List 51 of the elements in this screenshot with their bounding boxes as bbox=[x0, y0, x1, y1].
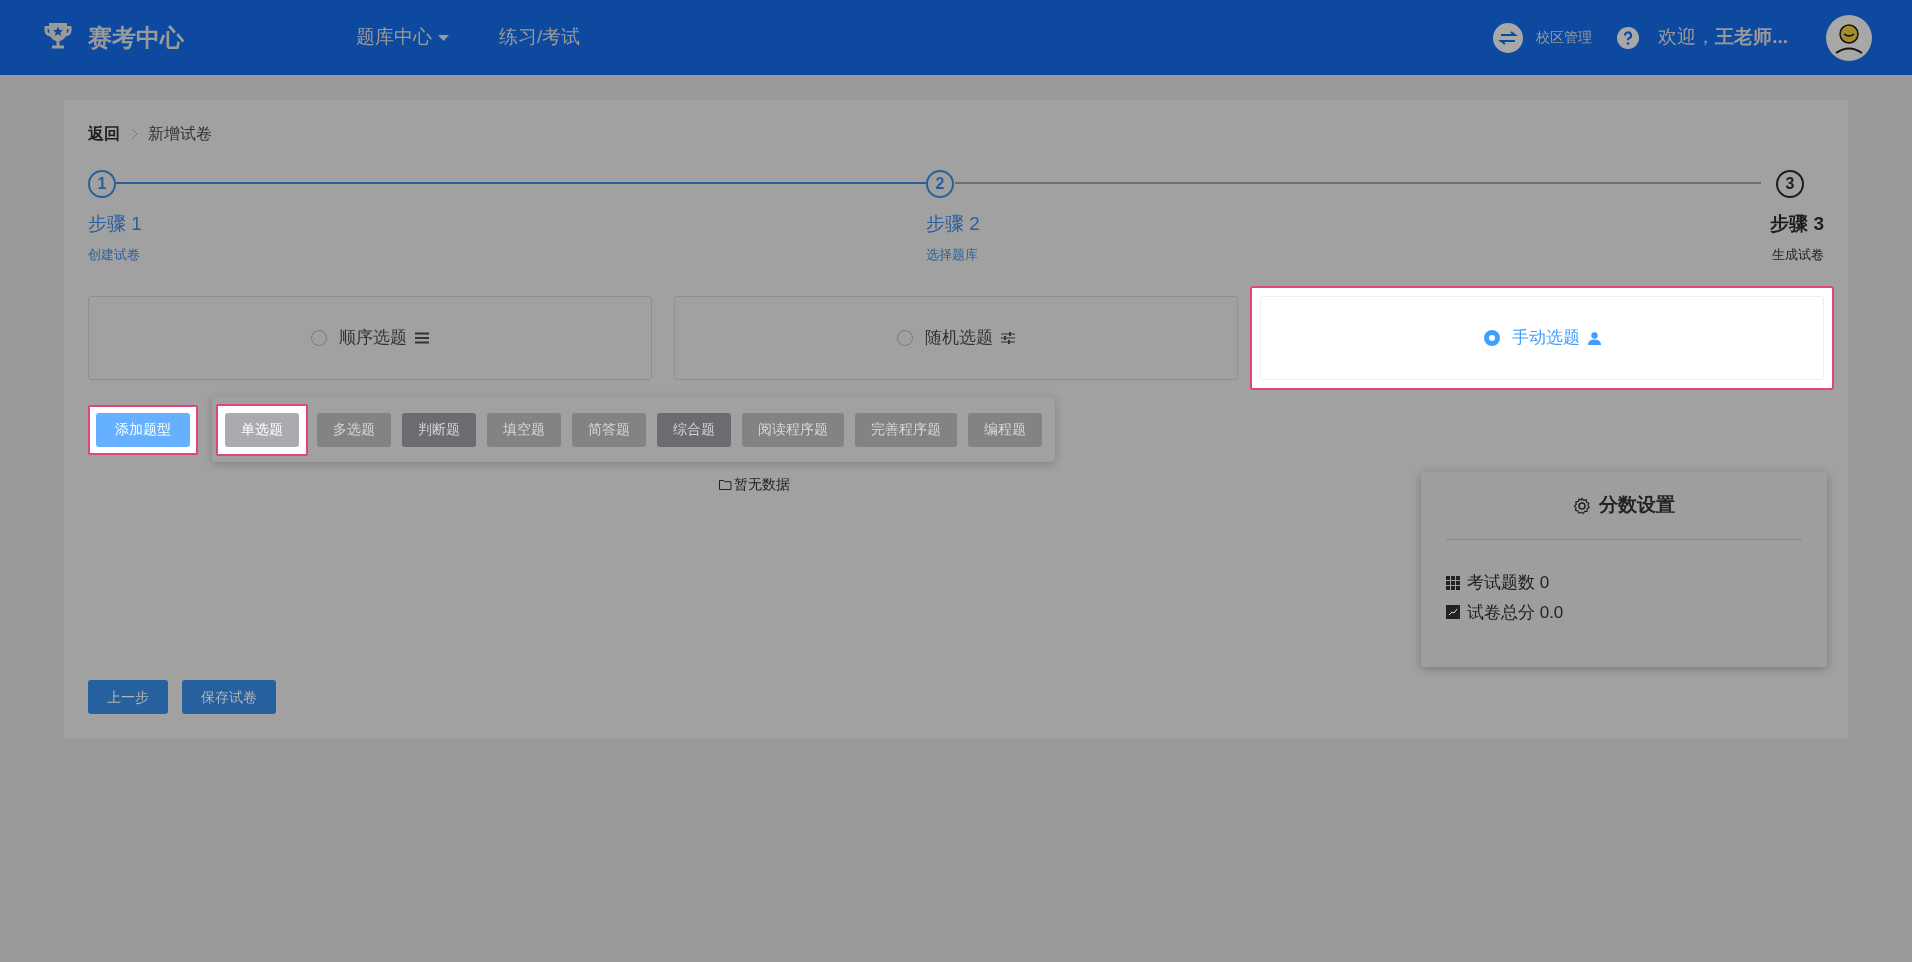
mode-label: 顺序选题 bbox=[339, 327, 407, 350]
help-icon[interactable] bbox=[1617, 26, 1640, 49]
question-type-button[interactable]: 多选题 bbox=[317, 412, 391, 447]
empty-message: 暂无数据 bbox=[734, 475, 790, 494]
caret-down-icon bbox=[438, 34, 449, 41]
mode-option[interactable]: 顺序选题 bbox=[88, 296, 652, 380]
add-type-button[interactable]: 添加题型 bbox=[96, 412, 190, 447]
question-type-button[interactable]: 阅读程序题 bbox=[742, 412, 844, 447]
step-title: 步骤 1 bbox=[88, 212, 142, 236]
radio-button[interactable] bbox=[1483, 330, 1500, 346]
app-title: 赛考中心 bbox=[88, 22, 185, 53]
step-title: 步骤 2 bbox=[926, 212, 980, 236]
mode-option[interactable]: 手动选题 bbox=[1260, 296, 1824, 380]
question-type-button[interactable]: 完善程序题 bbox=[855, 412, 957, 447]
mode-option[interactable]: 随机选题 bbox=[674, 296, 1238, 380]
mode-label: 随机选题 bbox=[925, 327, 993, 350]
nav-item[interactable]: 题库中心 bbox=[356, 23, 449, 52]
question-type-button[interactable]: 编程题 bbox=[968, 412, 1042, 447]
step-number: 1 bbox=[88, 170, 116, 198]
mode-label: 手动选题 bbox=[1511, 327, 1580, 350]
nav-item[interactable]: 练习/考试 bbox=[499, 23, 581, 52]
list-icon bbox=[415, 332, 429, 344]
welcome-text: 欢迎，王老师... bbox=[1658, 25, 1788, 50]
swap-icon[interactable] bbox=[1493, 22, 1524, 53]
stat-text: 试卷总分 0.0 bbox=[1466, 601, 1564, 624]
user-icon bbox=[1587, 331, 1601, 345]
folder-icon bbox=[719, 479, 732, 490]
question-type-button[interactable]: 综合题 bbox=[657, 412, 731, 447]
question-type-button[interactable]: 判断题 bbox=[402, 412, 476, 447]
save-button[interactable]: 保存试卷 bbox=[182, 680, 276, 714]
back-link[interactable]: 返回 bbox=[88, 122, 120, 146]
step-description: 生成试卷 bbox=[1772, 245, 1824, 264]
stat-text: 考试题数 0 bbox=[1466, 572, 1550, 594]
question-type-button[interactable]: 单选题 bbox=[225, 412, 299, 447]
settings-icon bbox=[1573, 496, 1591, 515]
question-type-button[interactable]: 填空题 bbox=[487, 412, 561, 447]
chart-icon bbox=[1445, 605, 1460, 620]
step-description: 选择题库 bbox=[926, 245, 978, 264]
previous-button[interactable]: 上一步 bbox=[88, 680, 168, 714]
question-type-button[interactable]: 简答题 bbox=[572, 412, 646, 447]
panel-title: 分数设置 bbox=[1599, 493, 1675, 518]
step-title: 步骤 3 bbox=[1770, 212, 1824, 236]
grid-icon bbox=[1445, 575, 1460, 590]
step-number: 2 bbox=[926, 170, 954, 198]
avatar-icon[interactable] bbox=[1826, 14, 1872, 61]
step-number: 3 bbox=[1776, 170, 1804, 198]
campus-link[interactable]: 校区管理 bbox=[1536, 27, 1593, 48]
sliders-icon bbox=[1001, 332, 1015, 344]
chevron-right-icon bbox=[130, 128, 138, 140]
step-description: 创建试卷 bbox=[88, 245, 140, 264]
breadcrumb-current: 新增试卷 bbox=[148, 124, 212, 144]
